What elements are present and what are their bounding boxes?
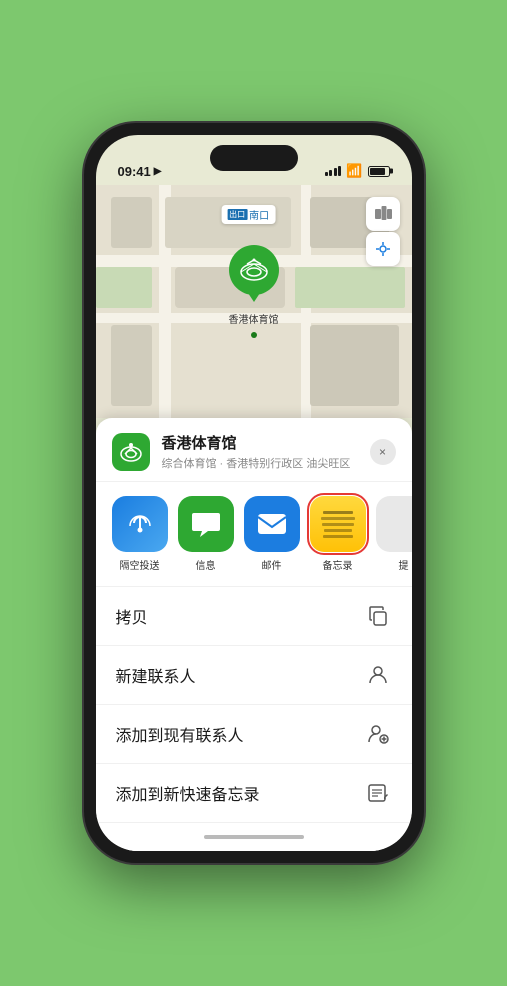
share-item-notes[interactable]: 备忘录 [310,496,366,572]
close-icon: × [379,445,386,459]
action-add-quick-note[interactable]: 添加到新快速备忘录 [96,764,412,823]
location-button[interactable] [366,232,400,266]
share-apps-row: 隔空投送 信息 [96,482,412,587]
location-icon [112,433,150,471]
signal-bar-2 [329,170,332,176]
location-info: 香港体育馆 综合体育馆 · 香港特别行政区 油尖旺区 [162,432,358,471]
pin-dot [251,332,257,338]
map-area[interactable]: 出口 南口 [96,185,412,418]
home-bar [204,835,304,839]
share-item-messages[interactable]: 信息 [178,496,234,572]
battery-fill [370,168,385,175]
more-label: 提 [399,557,409,572]
notes-label: 备忘录 [323,557,353,572]
map-background: 出口 南口 [96,185,412,418]
battery-icon [368,166,390,177]
stadium-pin[interactable]: 香港体育馆 [229,245,279,326]
status-time: 09:41 ▶ [118,164,162,179]
action-copy[interactable]: 拷贝 [96,587,412,646]
map-label: 出口 南口 [221,205,275,224]
status-icons: 📶 [325,163,390,179]
share-item-mail[interactable]: 邮件 [244,496,300,572]
signal-bars [325,166,342,176]
mail-icon [244,496,300,552]
airdrop-icon [112,496,168,552]
share-item-airdrop[interactable]: 隔空投送 [112,496,168,572]
location-header: 香港体育馆 综合体育馆 · 香港特别行政区 油尖旺区 × [96,418,412,482]
phone-frame: 09:41 ▶ 📶 [84,123,424,863]
time-display: 09:41 [118,164,151,179]
action-add-quick-note-label: 添加到新快速备忘录 [116,781,260,805]
home-indicator [96,823,412,851]
action-add-existing-contact[interactable]: 添加到现有联系人 [96,705,412,764]
action-copy-label: 拷贝 [116,604,148,628]
pin-label: 香港体育馆 [229,311,279,326]
location-name: 香港体育馆 [162,432,358,453]
map-type-button[interactable] [366,197,400,231]
action-new-contact-label: 新建联系人 [116,663,196,687]
close-button[interactable]: × [370,439,396,465]
messages-label: 信息 [196,557,216,572]
share-item-more[interactable]: 提 [376,496,412,572]
add-existing-contact-icon [364,720,392,748]
signal-bar-4 [338,166,341,176]
bottom-sheet: 香港体育馆 综合体育馆 · 香港特别行政区 油尖旺区 × [96,418,412,851]
map-controls [366,197,400,266]
mail-label: 邮件 [262,557,282,572]
dynamic-island [210,145,298,171]
signal-bar-1 [325,172,328,176]
pin-circle [229,245,279,295]
signal-bar-3 [334,168,337,176]
notes-icon [310,496,366,552]
quick-note-icon [364,779,392,807]
location-sub: 综合体育馆 · 香港特别行政区 油尖旺区 [162,455,358,471]
location-arrow-icon: ▶ [154,166,162,177]
new-contact-icon [364,661,392,689]
action-add-existing-label: 添加到现有联系人 [116,722,244,746]
more-icon [376,496,412,552]
messages-icon [178,496,234,552]
copy-icon [364,602,392,630]
phone-screen: 09:41 ▶ 📶 [96,135,412,851]
airdrop-label: 隔空投送 [120,557,160,572]
map-label-text: 南口 [249,207,269,222]
action-new-contact[interactable]: 新建联系人 [96,646,412,705]
wifi-icon: 📶 [346,163,362,179]
